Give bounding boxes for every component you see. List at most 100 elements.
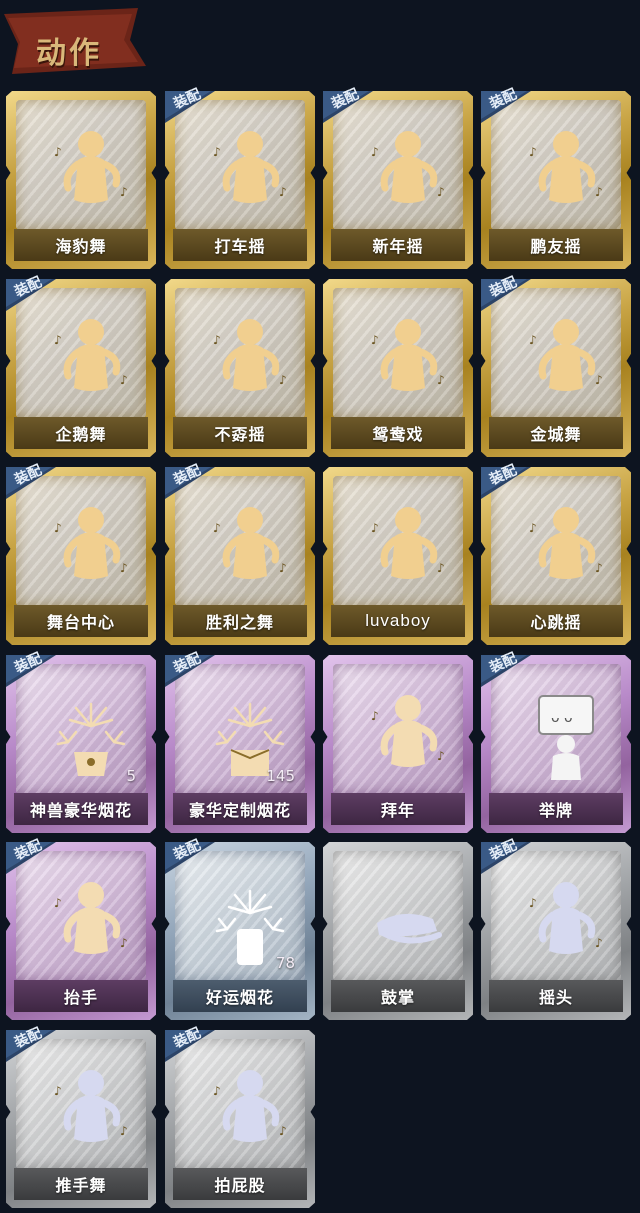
not-bad-shake-figure-icon: ♪ ♪ [205, 310, 295, 410]
card-label: 心跳摇 [489, 605, 623, 637]
action-card[interactable]: ᴗ ᴗ 举牌 装配 [481, 650, 631, 833]
svg-text:♪: ♪ [595, 936, 603, 950]
svg-text:♪: ♪ [213, 333, 221, 347]
stage-center-figure-icon: ♪ ♪ [46, 498, 136, 598]
svg-text:♪: ♪ [120, 373, 128, 387]
svg-text:♪: ♪ [54, 1084, 62, 1098]
action-card[interactable]: ♪ ♪ 心跳摇 装配 [481, 462, 631, 645]
action-card[interactable]: ♪ ♪ 拍屁股 装配 [165, 1025, 315, 1208]
item-count: 145 [266, 767, 295, 785]
equipped-badge: 装配 [6, 274, 58, 311]
action-card[interactable]: 豪华定制烟花 145 装配 [165, 650, 315, 833]
clapping-hands-icon [363, 873, 453, 973]
golden-city-dance-figure-icon: ♪ ♪ [521, 310, 611, 410]
card-label: 推手舞 [14, 1168, 148, 1200]
equipped-badge: 装配 [6, 1025, 58, 1062]
new-year-shake-figure-icon: ♪ ♪ [363, 122, 453, 222]
svg-text:♪: ♪ [595, 185, 603, 199]
equipped-badge: 装配 [323, 86, 375, 123]
action-card[interactable]: ♪ ♪ 抬手 装配 [6, 837, 156, 1020]
card-label: 神兽豪华烟花 [14, 793, 148, 825]
action-card[interactable]: ♪ ♪ 拜年 [323, 655, 473, 833]
new-year-greeting-figure-icon: ♪ ♪ [363, 686, 453, 786]
svg-text:♪: ♪ [120, 185, 128, 199]
action-card[interactable]: 鼓掌 [323, 842, 473, 1020]
svg-text:♪: ♪ [371, 333, 379, 347]
svg-text:♪: ♪ [437, 561, 445, 575]
equipped-badge: 装配 [6, 650, 58, 687]
action-card[interactable]: ♪ ♪ 企鹅舞 装配 [6, 274, 156, 457]
push-hand-dance-figure-icon: ♪ ♪ [46, 1061, 136, 1161]
equipped-badge: 装配 [165, 462, 217, 499]
action-card[interactable]: ♪ ♪ 新年摇 装配 [323, 86, 473, 269]
svg-text:♪: ♪ [595, 561, 603, 575]
action-card[interactable]: ♪ ♪ 摇头 装配 [481, 837, 631, 1020]
svg-text:♪: ♪ [279, 373, 287, 387]
action-card[interactable]: 神兽豪华烟花 5 装配 [6, 650, 156, 833]
card-label: 金城舞 [489, 417, 623, 449]
equipped-badge: 装配 [481, 837, 533, 874]
shake-head-figure-icon: ♪ ♪ [521, 873, 611, 973]
action-card[interactable]: ♪ ♪ 鹏友摇 装配 [481, 86, 631, 269]
svg-text:♪: ♪ [279, 561, 287, 575]
action-card[interactable]: ♪ ♪ 海豹舞 [6, 91, 156, 269]
card-label: 摇头 [489, 980, 623, 1012]
card-label: 举牌 [489, 793, 623, 825]
equipped-badge: 装配 [165, 650, 217, 687]
card-label: 海豹舞 [14, 229, 148, 261]
card-label: 鹏友摇 [489, 229, 623, 261]
equipped-badge: 装配 [165, 1025, 217, 1062]
card-label: 舞台中心 [14, 605, 148, 637]
item-count: 5 [126, 767, 136, 785]
action-card[interactable]: ♪ ♪ 不孬摇 [165, 279, 315, 457]
action-card[interactable]: ♪ ♪ luvaboy [323, 467, 473, 645]
svg-text:♪: ♪ [54, 145, 62, 159]
heartbeat-shake-figure-icon: ♪ ♪ [521, 498, 611, 598]
svg-text:♪: ♪ [213, 521, 221, 535]
equipped-badge: 装配 [6, 837, 58, 874]
action-card[interactable]: ♪ ♪ 舞台中心 装配 [6, 462, 156, 645]
svg-text:ᴗ ᴗ: ᴗ ᴗ [551, 710, 573, 726]
hold-sign-figure-icon: ᴗ ᴗ [521, 686, 611, 786]
svg-text:♪: ♪ [529, 521, 537, 535]
action-grid: ♪ ♪ 海豹舞 ♪ ♪ 打车摇 装配 ♪ ♪ 新年摇 装配 ♪ ♪ 鹏友摇 装配… [0, 0, 640, 1213]
svg-text:♪: ♪ [279, 1124, 287, 1138]
action-card[interactable]: ♪ ♪ 打车摇 装配 [165, 86, 315, 269]
friend-shake-figure-icon: ♪ ♪ [521, 122, 611, 222]
raise-hand-figure-icon: ♪ ♪ [46, 873, 136, 973]
svg-text:♪: ♪ [437, 373, 445, 387]
svg-text:♪: ♪ [595, 373, 603, 387]
svg-text:♪: ♪ [437, 749, 445, 763]
svg-text:♪: ♪ [371, 521, 379, 535]
svg-text:♪: ♪ [54, 896, 62, 910]
card-label: 胜利之舞 [173, 605, 307, 637]
card-label: 鸳鸯戏 [331, 417, 465, 449]
action-card[interactable]: 好运烟花 78 装配 [165, 837, 315, 1020]
equipped-badge: 装配 [481, 86, 533, 123]
action-card[interactable]: ♪ ♪ 鸳鸯戏 [323, 279, 473, 457]
card-artwork [333, 851, 463, 981]
deluxe-firework-pot-icon [46, 686, 136, 786]
equipped-badge: 装配 [165, 86, 217, 123]
card-label: 企鹅舞 [14, 417, 148, 449]
penguin-dance-figure-icon: ♪ ♪ [46, 310, 136, 410]
action-card[interactable]: ♪ ♪ 推手舞 装配 [6, 1025, 156, 1208]
card-artwork: ♪ ♪ [333, 476, 463, 606]
svg-text:♪: ♪ [437, 185, 445, 199]
card-artwork: ♪ ♪ [175, 288, 305, 418]
action-card[interactable]: ♪ ♪ 胜利之舞 装配 [165, 462, 315, 645]
card-label: 打车摇 [173, 229, 307, 261]
item-count: 78 [275, 954, 295, 972]
card-label: 好运烟花 [173, 980, 307, 1012]
card-label: 鼓掌 [331, 980, 465, 1012]
svg-text:♪: ♪ [371, 145, 379, 159]
action-card[interactable]: ♪ ♪ 金城舞 装配 [481, 274, 631, 457]
card-label: 抬手 [14, 980, 148, 1012]
card-label: 拜年 [331, 793, 465, 825]
svg-text:♪: ♪ [54, 521, 62, 535]
svg-text:♪: ♪ [120, 1124, 128, 1138]
card-label: 新年摇 [331, 229, 465, 261]
equipped-badge: 装配 [481, 462, 533, 499]
card-label: 不孬摇 [173, 417, 307, 449]
svg-text:♪: ♪ [213, 1084, 221, 1098]
